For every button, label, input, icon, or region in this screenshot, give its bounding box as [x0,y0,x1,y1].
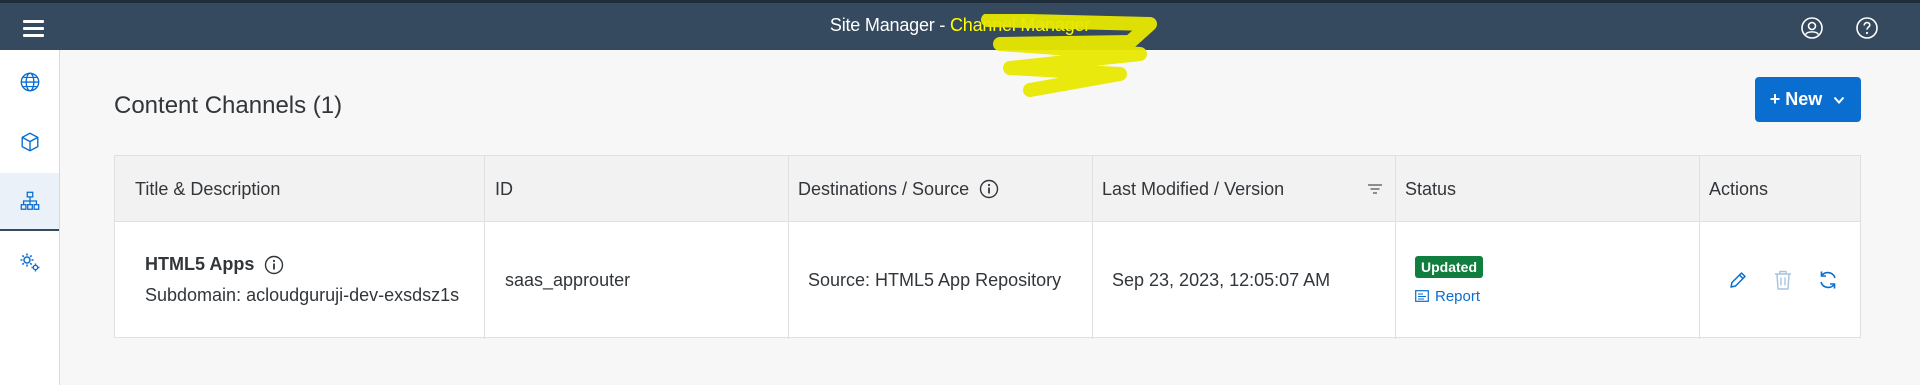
app-name: HTML5 Apps [145,254,284,275]
report-icon [1415,290,1429,302]
user-profile-icon[interactable] [1797,13,1827,43]
chevron-down-icon [1834,96,1845,104]
globe-icon [20,72,39,92]
status-badge: Updated [1415,255,1483,278]
help-icon[interactable] [1852,13,1882,43]
new-channel-button[interactable]: + New [1755,77,1861,122]
header-label: ID [495,178,513,199]
page-title: Content Channels (1) [114,92,343,119]
header-label: Status [1405,178,1457,199]
shell-bar: Site Manager - Channel Manager [0,0,1920,50]
sort-filter-icon[interactable] [1367,182,1383,196]
shell-title-prefix: Site Manager - [829,15,950,35]
header-label: Actions [1709,178,1769,199]
header-actions: Actions [1699,156,1861,222]
nav-channels[interactable] [0,173,59,231]
edit-icon[interactable] [1724,266,1752,294]
cell-status: Updated Report [1395,222,1699,338]
sitemap-icon [20,191,39,210]
nav-content[interactable] [0,113,59,171]
shell-title: Site Manager - Channel Manager [0,15,1920,36]
channel-title: HTML5 Apps [145,254,255,274]
content-channels-table: Title & Description ID Destinations / So… [114,155,1861,339]
channel-source: Source: HTML5 App Repository [808,269,1062,290]
report-link[interactable]: Report [1415,288,1480,305]
refresh-icon[interactable] [1814,266,1842,294]
nav-settings[interactable] [0,233,59,291]
cube-icon [21,132,38,152]
header-title-description: Title & Description [115,156,484,222]
header-last-modified[interactable]: Last Modified / Version [1092,156,1395,222]
delete-icon[interactable] [1769,266,1797,294]
shell-title-highlight: Channel Manager [949,15,1091,35]
header-status: Status [1395,156,1699,222]
info-icon[interactable] [264,255,284,275]
cell-id: saas_approuter [484,222,788,338]
channel-description: Subdomain: acloudguruji-dev-exsdsz1s [145,285,460,305]
header-label: Last Modified / Version [1102,178,1285,199]
cell-title-description: HTML5 Apps Subdomain: acloudguruji-dev-e… [115,222,484,338]
header-label: Title & Description [135,178,281,199]
report-label: Report [1435,287,1481,305]
cell-actions [1699,222,1861,338]
header-label: Destinations / Source [798,178,970,199]
channel-id: saas_approuter [505,269,631,290]
nav-sites[interactable] [0,53,59,111]
gears-icon [20,253,39,272]
cell-last-modified: Sep 23, 2023, 12:05:07 AM [1092,222,1395,338]
new-button-label: + New [1769,89,1823,109]
side-navigation [0,50,60,385]
header-destinations-source: Destinations / Source [788,156,1092,222]
cell-source: Source: HTML5 App Repository [788,222,1092,338]
header-id: ID [484,156,788,222]
channel-modified: Sep 23, 2023, 12:05:07 AM [1112,269,1331,290]
info-icon[interactable] [979,179,999,199]
